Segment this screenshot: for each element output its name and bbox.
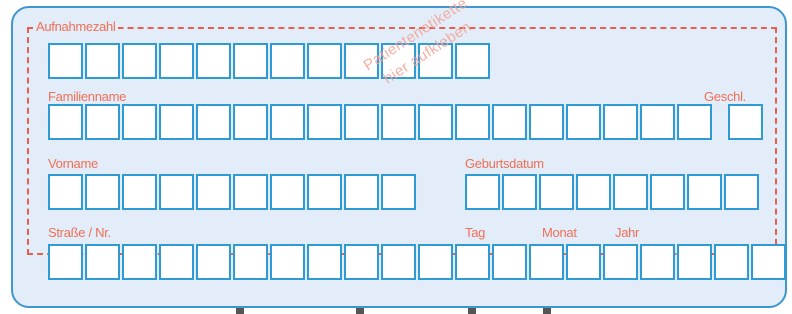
familienname-cell[interactable] xyxy=(159,104,194,140)
vorname-cell[interactable] xyxy=(233,174,268,210)
strasse-label: Straße / Nr. xyxy=(48,225,111,240)
aufnahmezahl-cell[interactable] xyxy=(48,43,83,79)
bottom-mark xyxy=(543,308,551,314)
jahr-label: Jahr xyxy=(615,225,640,240)
vorname-cell[interactable] xyxy=(196,174,231,210)
familienname-cell[interactable] xyxy=(122,104,157,140)
vorname-cell[interactable] xyxy=(381,174,416,210)
vorname-cell[interactable] xyxy=(122,174,157,210)
aufnahmezahl-cell[interactable] xyxy=(270,43,305,79)
familienname-cell[interactable] xyxy=(85,104,120,140)
strasse-cell[interactable] xyxy=(603,244,638,280)
geschlecht-field[interactable] xyxy=(728,104,763,140)
strasse-cell[interactable] xyxy=(677,244,712,280)
familienname-cell[interactable] xyxy=(196,104,231,140)
strasse-cell[interactable] xyxy=(122,244,157,280)
strasse-cell[interactable] xyxy=(48,244,83,280)
strasse-cell[interactable] xyxy=(492,244,527,280)
bottom-edge-marks xyxy=(0,308,792,314)
vorname-cell[interactable] xyxy=(307,174,342,210)
aufnahmezahl-cell[interactable] xyxy=(85,43,120,79)
geburtsdatum-cell[interactable] xyxy=(724,174,759,210)
bottom-mark xyxy=(356,308,364,314)
vorname-label: Vorname xyxy=(48,156,98,171)
familienname-field[interactable] xyxy=(48,104,712,140)
vorname-field[interactable] xyxy=(48,174,416,210)
bottom-mark xyxy=(236,308,244,314)
strasse-cell[interactable] xyxy=(381,244,416,280)
aufnahmezahl-cell[interactable] xyxy=(159,43,194,79)
strasse-cell[interactable] xyxy=(270,244,305,280)
geburtsdatum-cell[interactable] xyxy=(465,174,500,210)
aufnahmezahl-cell[interactable] xyxy=(196,43,231,79)
familienname-label: Familienname xyxy=(48,89,127,104)
strasse-cell[interactable] xyxy=(344,244,379,280)
familienname-cell[interactable] xyxy=(529,104,564,140)
bottom-mark xyxy=(468,308,476,314)
strasse-cell[interactable] xyxy=(640,244,675,280)
geburtsdatum-cell[interactable] xyxy=(687,174,722,210)
familienname-cell[interactable] xyxy=(381,104,416,140)
geburtsdatum-field[interactable] xyxy=(465,174,759,210)
strasse-cell[interactable] xyxy=(418,244,453,280)
vorname-cell[interactable] xyxy=(344,174,379,210)
familienname-cell[interactable] xyxy=(455,104,490,140)
monat-label: Monat xyxy=(542,225,577,240)
strasse-cell[interactable] xyxy=(714,244,749,280)
strasse-field[interactable] xyxy=(48,244,786,280)
geburtsdatum-label: Geburtsdatum xyxy=(465,156,544,171)
strasse-cell[interactable] xyxy=(566,244,601,280)
familienname-cell[interactable] xyxy=(640,104,675,140)
geschlecht-cell[interactable] xyxy=(728,104,763,140)
familienname-cell[interactable] xyxy=(566,104,601,140)
strasse-cell[interactable] xyxy=(85,244,120,280)
strasse-cell[interactable] xyxy=(529,244,564,280)
tag-label: Tag xyxy=(465,225,486,240)
aufnahmezahl-label: Aufnahmezahl xyxy=(34,19,118,34)
geburtsdatum-cell[interactable] xyxy=(613,174,648,210)
familienname-cell[interactable] xyxy=(677,104,712,140)
strasse-cell[interactable] xyxy=(455,244,490,280)
familienname-cell[interactable] xyxy=(603,104,638,140)
vorname-cell[interactable] xyxy=(85,174,120,210)
vorname-cell[interactable] xyxy=(270,174,305,210)
familienname-cell[interactable] xyxy=(418,104,453,140)
strasse-cell[interactable] xyxy=(233,244,268,280)
aufnahmezahl-cell[interactable] xyxy=(122,43,157,79)
geburtsdatum-cell[interactable] xyxy=(576,174,611,210)
familienname-cell[interactable] xyxy=(233,104,268,140)
strasse-cell[interactable] xyxy=(196,244,231,280)
vorname-cell[interactable] xyxy=(159,174,194,210)
geburtsdatum-cell[interactable] xyxy=(502,174,537,210)
familienname-cell[interactable] xyxy=(48,104,83,140)
strasse-cell[interactable] xyxy=(751,244,786,280)
geschlecht-label: Geschl. xyxy=(704,89,746,104)
familienname-cell[interactable] xyxy=(492,104,527,140)
familienname-cell[interactable] xyxy=(270,104,305,140)
strasse-cell[interactable] xyxy=(159,244,194,280)
geburtsdatum-cell[interactable] xyxy=(539,174,574,210)
vorname-cell[interactable] xyxy=(48,174,83,210)
aufnahmezahl-cell[interactable] xyxy=(233,43,268,79)
familienname-cell[interactable] xyxy=(307,104,342,140)
aufnahmezahl-cell[interactable] xyxy=(455,43,490,79)
strasse-cell[interactable] xyxy=(307,244,342,280)
geburtsdatum-cell[interactable] xyxy=(650,174,685,210)
